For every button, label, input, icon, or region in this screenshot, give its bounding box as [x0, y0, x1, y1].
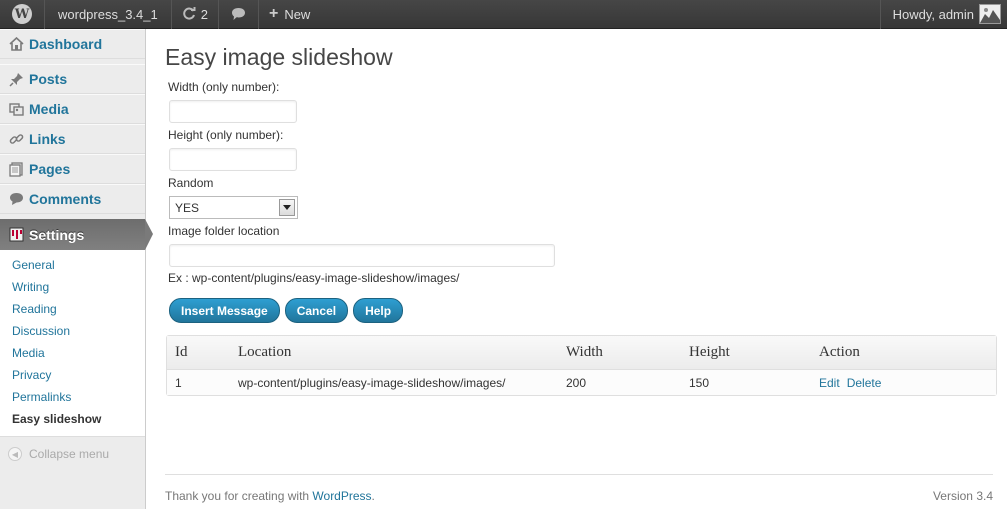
dashboard-icon [8, 36, 24, 52]
menu-item-dashboard[interactable]: Dashboard [0, 29, 145, 59]
random-selected-value: YES [175, 200, 200, 215]
my-account-button[interactable]: Howdy, admin [879, 0, 1007, 29]
page-title: Easy image slideshow [165, 44, 393, 70]
footer-version: Version 3.4 [932, 489, 993, 503]
media-icon [8, 101, 24, 117]
admin-bar: W wordpress_3.4_1 2 + New Howdy, admin [0, 0, 1007, 29]
cell-width: 200 [558, 370, 681, 395]
footer-thanks: Thank you for creating with WordPress. [165, 489, 375, 503]
column-header-id: Id [167, 336, 230, 370]
admin-menu: Dashboard Posts Media Links Pages Commen… [0, 29, 153, 509]
edit-link[interactable]: Edit [819, 376, 840, 390]
height-input[interactable] [169, 148, 297, 171]
cell-id: 1 [167, 370, 230, 395]
column-header-width: Width [558, 336, 681, 370]
table-row: 1 wp-content/plugins/easy-image-slidesho… [167, 370, 996, 395]
cell-location: wp-content/plugins/easy-image-slideshow/… [230, 370, 558, 395]
menu-label-dashboard: Dashboard [29, 36, 103, 52]
site-name-link[interactable]: wordpress_3.4_1 [45, 0, 172, 29]
collapse-menu-button[interactable]: ◀ Collapse menu [0, 447, 145, 461]
footer-thanks-text: Thank you for creating with [165, 489, 313, 503]
menu-item-pages[interactable]: Pages [0, 154, 145, 184]
collapse-menu-label: Collapse menu [29, 447, 110, 461]
refresh-icon [182, 7, 196, 20]
submenu-item-writing[interactable]: Writing [0, 276, 145, 298]
menu-item-posts[interactable]: Posts [0, 64, 145, 94]
slideshow-table: Id Location Width Height Action 1 wp-con… [166, 335, 997, 396]
help-button[interactable]: Help [353, 298, 404, 323]
delete-link[interactable]: Delete [847, 376, 882, 390]
cancel-button[interactable]: Cancel [284, 298, 349, 323]
menu-label-comments: Comments [29, 191, 102, 207]
insert-message-button[interactable]: Insert Message [169, 298, 280, 323]
column-header-location: Location [230, 336, 558, 370]
comments-icon [8, 191, 24, 207]
wordpress-logo-button[interactable]: W [0, 0, 45, 29]
width-label: Width (only number): [168, 80, 280, 94]
main-content: Easy image slideshow Width (only number)… [165, 29, 997, 396]
pages-icon [8, 161, 24, 177]
plus-icon: + [268, 5, 279, 22]
table-header-row: Id Location Width Height Action [167, 336, 996, 370]
column-header-action: Action [811, 336, 996, 370]
comment-bubble-icon [231, 8, 245, 20]
footer-period: . [371, 489, 375, 503]
menu-item-media[interactable]: Media [0, 94, 145, 124]
folder-example-text: Ex : wp-content/plugins/easy-image-slide… [168, 271, 460, 285]
form-buttons: Insert Message Cancel Help [169, 298, 996, 323]
menu-label-media: Media [29, 101, 69, 117]
cell-action: Edit Delete [811, 370, 996, 395]
submenu-item-discussion[interactable]: Discussion [0, 320, 145, 342]
comments-button[interactable] [219, 0, 259, 29]
footer: Thank you for creating with WordPress. V… [165, 474, 993, 503]
submenu-item-general[interactable]: General [0, 254, 145, 276]
wordpress-link[interactable]: WordPress [312, 489, 371, 503]
folder-label: Image folder location [168, 224, 280, 238]
settings-submenu: General Writing Reading Discussion Media… [0, 250, 145, 437]
height-label: Height (only number): [168, 128, 284, 142]
menu-label-settings: Settings [29, 226, 85, 243]
width-input[interactable] [169, 100, 297, 123]
new-content-button[interactable]: + New [259, 0, 320, 29]
submenu-item-permalinks[interactable]: Permalinks [0, 386, 145, 408]
pin-icon [8, 71, 24, 87]
menu-label-pages: Pages [29, 161, 71, 177]
folder-location-input[interactable] [169, 244, 555, 267]
dropdown-arrow-icon [279, 199, 295, 216]
submenu-item-media[interactable]: Media [0, 342, 145, 364]
collapse-arrow-icon: ◀ [8, 447, 22, 461]
new-label: New [284, 6, 311, 22]
menu-item-comments[interactable]: Comments [0, 184, 145, 214]
avatar [979, 4, 1001, 24]
updates-button[interactable]: 2 [172, 0, 219, 29]
menu-item-links[interactable]: Links [0, 124, 145, 154]
wordpress-logo-icon: W [12, 4, 32, 24]
submenu-item-reading[interactable]: Reading [0, 298, 145, 320]
submenu-item-easy-slideshow[interactable]: Easy slideshow [0, 408, 145, 430]
settings-icon [8, 227, 24, 243]
menu-label-posts: Posts [29, 71, 68, 87]
menu-label-links: Links [29, 131, 66, 147]
updates-count: 2 [200, 6, 208, 22]
menu-item-settings[interactable]: Settings [0, 219, 153, 250]
random-select[interactable]: YES [169, 196, 298, 219]
submenu-item-privacy[interactable]: Privacy [0, 364, 145, 386]
cell-height: 150 [681, 370, 811, 395]
random-label: Random [168, 176, 214, 190]
site-name-label: wordpress_3.4_1 [58, 6, 158, 22]
link-icon [8, 131, 24, 147]
howdy-label: Howdy, admin [892, 6, 974, 22]
column-header-height: Height [681, 336, 811, 370]
